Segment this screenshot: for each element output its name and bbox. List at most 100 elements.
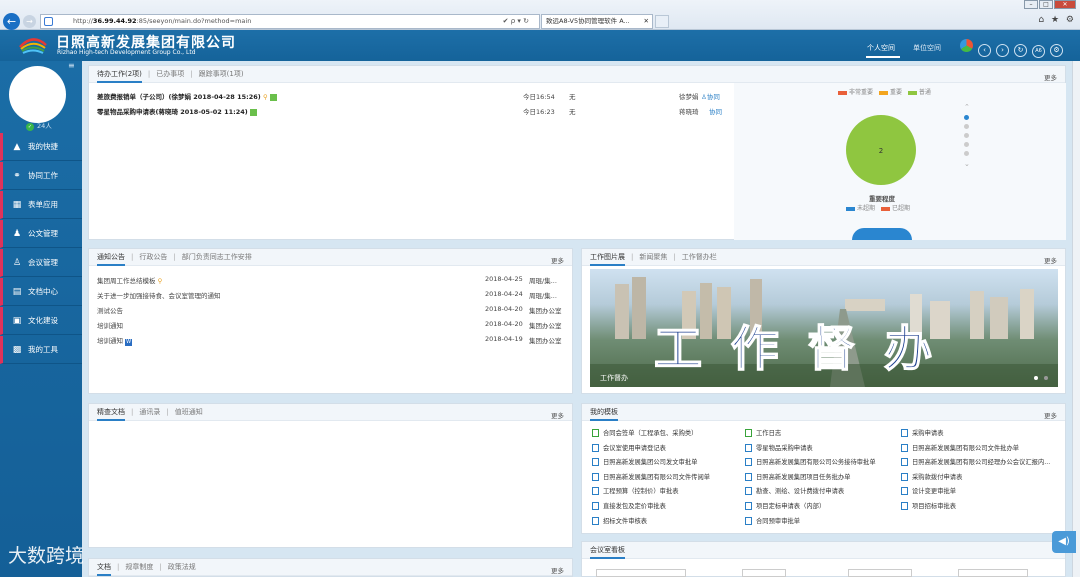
template-item[interactable]: 采购款拨付申请表 bbox=[901, 472, 962, 481]
template-item[interactable]: 项目定标申请表（内部） bbox=[745, 501, 825, 510]
template-item[interactable]: 零星物品采购申请表 bbox=[745, 443, 813, 452]
list-item[interactable]: 集团周工作总结模板 ⚲ bbox=[97, 275, 162, 285]
more-link[interactable]: 更多 bbox=[551, 565, 564, 575]
new-tab-button[interactable] bbox=[655, 15, 669, 28]
start-time-field[interactable] bbox=[848, 569, 912, 577]
forward-icon[interactable]: › bbox=[996, 44, 1009, 57]
address-tools-icon[interactable]: ✔ ρ ▾ ↻ bbox=[503, 15, 529, 28]
carousel-dot[interactable] bbox=[964, 151, 969, 156]
url-host: 36.99.44.92 bbox=[92, 17, 137, 25]
sidebar-item-documents-admin[interactable]: ♟ 公文管理 bbox=[0, 220, 82, 248]
carousel-dot[interactable] bbox=[964, 142, 969, 147]
template-item[interactable]: 采购申请表 bbox=[901, 428, 943, 437]
template-item[interactable]: 日照高新发展集团有限公司经理办公会议汇报内... bbox=[901, 457, 1050, 467]
tab-done[interactable]: 已办事项 bbox=[156, 70, 184, 78]
refresh-icon[interactable]: ↻ bbox=[1014, 44, 1027, 57]
sidebar-item-meetings[interactable]: ♙ 会议管理 bbox=[0, 249, 82, 277]
more-link[interactable]: 更多 bbox=[1044, 72, 1057, 82]
tab-close-icon[interactable]: ✕ bbox=[644, 15, 649, 28]
more-link[interactable]: 更多 bbox=[551, 410, 564, 420]
speaker-icon[interactable]: ◀) bbox=[1052, 531, 1076, 553]
tab-tracking[interactable]: 跟踪事项(1项) bbox=[199, 70, 244, 78]
back-icon[interactable]: ‹ bbox=[978, 44, 991, 57]
template-item[interactable]: 设计变更审批单 bbox=[901, 486, 956, 496]
list-item[interactable]: 零星物品采购申请表(蒋晓琦 2018-05-02 11:24) bbox=[97, 106, 258, 116]
page-scrollbar[interactable] bbox=[1072, 61, 1080, 577]
template-item[interactable]: 招标文件审核表 bbox=[592, 516, 647, 525]
template-item[interactable]: 合同预审审批单 bbox=[745, 516, 800, 525]
list-item[interactable]: 差旅费报销单（子公司）(徐梦娟 2018-04-28 15:26) ⚲ bbox=[97, 91, 278, 101]
minimize-button[interactable]: – bbox=[1024, 0, 1038, 9]
template-item[interactable]: 直接发包及定价审批表 bbox=[592, 501, 666, 510]
tab-documents[interactable]: 文档 bbox=[97, 563, 111, 576]
template-item[interactable]: 项目招标审批表 bbox=[901, 501, 956, 510]
sidebar-item-culture[interactable]: ▣ 文化建设 bbox=[0, 307, 82, 335]
tab-meeting-board[interactable]: 会议室看板 bbox=[590, 546, 625, 559]
carousel-dot[interactable] bbox=[964, 115, 969, 120]
template-item[interactable]: 勘查、测绘、设计费拨付申请表 bbox=[745, 486, 844, 496]
template-item[interactable]: 工程预算（控制价）审批表 bbox=[592, 486, 679, 496]
template-icon bbox=[745, 472, 752, 481]
sidebar-item-forms[interactable]: ▦ 表单应用 bbox=[0, 191, 82, 219]
browser-toolbar-icons[interactable]: ⌂ ★ ⚙ bbox=[1038, 15, 1076, 25]
list-item[interactable]: 培训通知 W bbox=[97, 335, 133, 346]
sidebar-item-tools[interactable]: ▩ 我的工具 bbox=[0, 336, 82, 364]
tab-regulations[interactable]: 规章制度 bbox=[125, 563, 153, 571]
tab-supervision[interactable]: 工作督办栏 bbox=[682, 253, 717, 261]
template-item[interactable]: 合同会签单（工程承包、采购类） bbox=[592, 428, 697, 437]
tab-admin-notices[interactable]: 行政公告 bbox=[139, 253, 167, 261]
tab-duty[interactable]: 值班通知 bbox=[175, 408, 203, 416]
close-window-button[interactable]: ✕ bbox=[1054, 0, 1076, 9]
sidebar-item-collaboration[interactable]: ⚭ 协同工作 bbox=[0, 162, 82, 190]
chevron-down-icon[interactable]: ⌄ bbox=[964, 160, 972, 168]
tab-dept-schedule[interactable]: 部门负责同志工作安排 bbox=[182, 253, 252, 261]
meeting-filter-select[interactable] bbox=[596, 569, 686, 577]
photo-banner[interactable]: 工 作 督 办 工作督办 bbox=[590, 269, 1058, 387]
avatar[interactable] bbox=[9, 66, 66, 123]
a6-icon[interactable]: A6 bbox=[1032, 45, 1045, 58]
more-link[interactable]: 更多 bbox=[551, 255, 564, 265]
settings-icon[interactable]: ⚙ bbox=[1050, 44, 1063, 57]
template-item[interactable]: 日照高新发展集团有限公司公务接待审批单 bbox=[745, 457, 876, 467]
template-item[interactable]: 日照高新发展集团公司发文审批单 bbox=[592, 457, 697, 467]
template-icon bbox=[901, 502, 908, 510]
menu-icon[interactable]: ≡ bbox=[68, 61, 75, 70]
sidebar-item-doc-center[interactable]: ▤ 文档中心 bbox=[0, 278, 82, 306]
template-item[interactable]: 日照高新发展集团有限公司文件批办单 bbox=[901, 443, 1019, 452]
tab-title: 致远A8-V5协同管理软件 A... bbox=[546, 17, 630, 25]
browser-tab[interactable]: 致远A8-V5协同管理软件 A... ✕ bbox=[541, 14, 653, 29]
list-item[interactable]: 关于进一步加强接待食、会议室管理的通知 bbox=[97, 290, 221, 300]
tab-docs[interactable]: 精查文档 bbox=[97, 408, 125, 421]
tab-photos[interactable]: 工作图片展 bbox=[590, 253, 625, 266]
carousel-dot[interactable] bbox=[964, 124, 969, 129]
template-item[interactable]: 日照高新发展集团有限公司文件传阅单 bbox=[592, 472, 710, 481]
back-button[interactable]: ← bbox=[3, 13, 20, 30]
meeting-type-select[interactable] bbox=[742, 569, 786, 577]
chevron-up-icon[interactable]: ⌃ bbox=[964, 103, 972, 111]
maximize-button[interactable]: □ bbox=[1039, 0, 1053, 9]
carousel-dot[interactable] bbox=[1044, 376, 1048, 380]
pending-flag: 无 bbox=[569, 108, 576, 116]
list-item[interactable]: 培训通知 bbox=[97, 320, 123, 330]
theme-icon[interactable] bbox=[960, 39, 973, 52]
tab-contacts[interactable]: 通讯录 bbox=[139, 408, 160, 416]
tab-personal-space[interactable]: 个人空间 bbox=[867, 43, 895, 53]
more-link[interactable]: 更多 bbox=[1044, 255, 1057, 265]
tab-notices[interactable]: 通知公告 bbox=[97, 253, 125, 266]
list-item[interactable]: 测试公告 bbox=[97, 305, 123, 315]
template-item[interactable]: 会议室使用申请登记表 bbox=[592, 443, 666, 452]
carousel-dot[interactable] bbox=[1034, 376, 1038, 380]
template-item[interactable]: 工作日志 bbox=[745, 428, 781, 437]
tab-my-templates[interactable]: 我的模板 bbox=[590, 408, 618, 421]
tab-policies[interactable]: 政策法规 bbox=[168, 563, 196, 571]
tab-pending[interactable]: 待办工作(2项) bbox=[97, 70, 142, 83]
carousel-dot[interactable] bbox=[964, 133, 969, 138]
forward-button[interactable]: → bbox=[23, 15, 36, 28]
more-link[interactable]: 更多 bbox=[1044, 410, 1057, 420]
address-bar[interactable]: http://36.99.44.92:85/seeyon/main.do?met… bbox=[40, 14, 540, 29]
sidebar-item-shortcuts[interactable]: ▲ 我的快捷 bbox=[0, 133, 82, 161]
end-time-field[interactable] bbox=[958, 569, 1028, 577]
template-item[interactable]: 日照高新发展集团项目任务批办单 bbox=[745, 472, 850, 481]
tab-news[interactable]: 新闻聚焦 bbox=[639, 253, 667, 261]
tab-unit-space[interactable]: 单位空间 bbox=[913, 43, 941, 53]
